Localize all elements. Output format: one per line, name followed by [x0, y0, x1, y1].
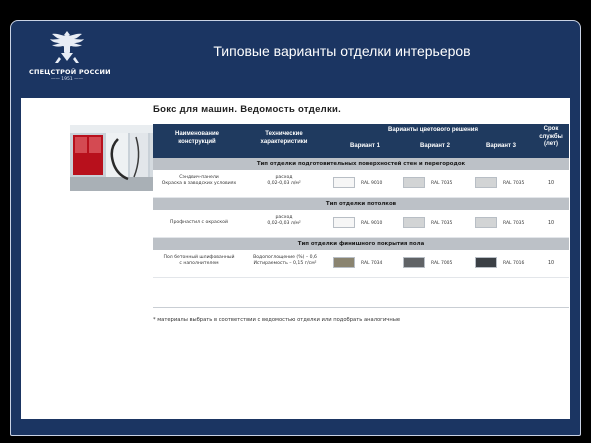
finishing-table: Наименование конструкций Технические хар…: [153, 124, 569, 278]
color-swatch: [333, 177, 355, 188]
col-header-variant-1: Вариант 1: [350, 143, 380, 149]
color-swatch: [403, 177, 425, 188]
ral-label: RAL 7035: [431, 181, 453, 186]
row-name-line: Окраска в заводских условиях: [161, 181, 237, 187]
color-swatch: [403, 257, 425, 268]
row-tech-cell: Водопоглощение (%) – 0,6 Истираемость – …: [249, 255, 321, 267]
color-swatch: [475, 217, 497, 228]
page-subtitle: Бокс для машин. Ведомость отделки.: [153, 104, 342, 115]
ral-label: RAL 7035: [431, 221, 453, 226]
eagle-emblem-icon: [50, 31, 84, 63]
section-title-floor: Тип отделки финишного покрытия пола: [153, 238, 569, 250]
row-tech-cell: расход 0,02-0,03 л/м²: [249, 215, 319, 227]
ral-label: RAL 7016: [503, 261, 525, 266]
col-header-tech: Технические характеристики: [260, 131, 308, 145]
service-life: 10: [547, 181, 555, 186]
color-swatch: [475, 257, 497, 268]
table-row: Сэндвич-панели Окраска в заводских услов…: [153, 170, 569, 198]
slide-frame: СПЕЦСТРОЙ РОССИИ —— 1951 —— Типовые вари…: [10, 20, 581, 436]
table-header: Наименование конструкций Технические хар…: [153, 124, 569, 158]
slide-header: СПЕЦСТРОЙ РОССИИ —— 1951 —— Типовые вари…: [11, 21, 580, 98]
section-title-walls: Тип отделки подготовительных поверхносте…: [153, 158, 569, 170]
ral-label: RAL 7005: [431, 261, 453, 266]
row-tech-line: 0,02-0,03 л/м²: [267, 221, 301, 227]
col-header-variants: Варианты цветового решения: [388, 127, 478, 133]
row-tech-cell: расход 0,02-0,03 л/м²: [249, 175, 319, 187]
row-tech-line: 0,02-0,03 л/м²: [267, 181, 301, 187]
col-header-life: Срок службы (лет): [539, 126, 563, 147]
section-title-ceilings: Тип отделки потолков: [153, 198, 569, 210]
ral-label: RAL 7035: [503, 181, 525, 186]
row-name-line: Профнастил с окраской: [170, 220, 228, 225]
logo-name: СПЕЦСТРОЙ РОССИИ: [29, 68, 111, 76]
row-name-cell: Профнастил с окраской: [157, 220, 241, 226]
table-row: Пол бетонный шлифованный с наполнителем …: [153, 250, 569, 278]
color-swatch: [333, 257, 355, 268]
content-area: Бокс для машин. Ведомость отделки. Наиме…: [21, 98, 570, 419]
row-name-cell: Сэндвич-панели Окраска в заводских услов…: [157, 175, 241, 187]
top-black-band: [0, 0, 591, 20]
col-header-variant-3: Вариант 3: [486, 143, 516, 149]
row-name-cell: Пол бетонный шлифованный с наполнителем: [157, 255, 241, 267]
ral-label: RAL 9010: [361, 181, 383, 186]
logo-year: —— 1951 ——: [50, 77, 84, 82]
footnote: * материалы выбрать в соответствии с вед…: [153, 317, 401, 323]
service-life: 10: [547, 221, 555, 226]
table-bottom-divider: [153, 307, 569, 308]
ral-label: RAL 7035: [503, 221, 525, 226]
col-header-variant-2: Вариант 2: [420, 143, 450, 149]
ral-label: RAL 7034: [361, 261, 383, 266]
logo: СПЕЦСТРОЙ РОССИИ —— 1951 ——: [29, 27, 111, 95]
color-swatch: [333, 217, 355, 228]
service-life: 10: [547, 261, 555, 266]
color-swatch: [403, 217, 425, 228]
col-header-name: Наименование конструкций: [174, 131, 220, 145]
slide-title: Типовые варианты отделки интерьеров: [213, 43, 471, 59]
row-tech-line: Истираемость – 0,15 г/см²: [253, 261, 317, 267]
row-name-line: с наполнителем: [179, 261, 219, 267]
color-swatch: [475, 177, 497, 188]
ral-label: RAL 9010: [361, 221, 383, 226]
table-row: Профнастил с окраской расход 0,02-0,03 л…: [153, 210, 569, 238]
